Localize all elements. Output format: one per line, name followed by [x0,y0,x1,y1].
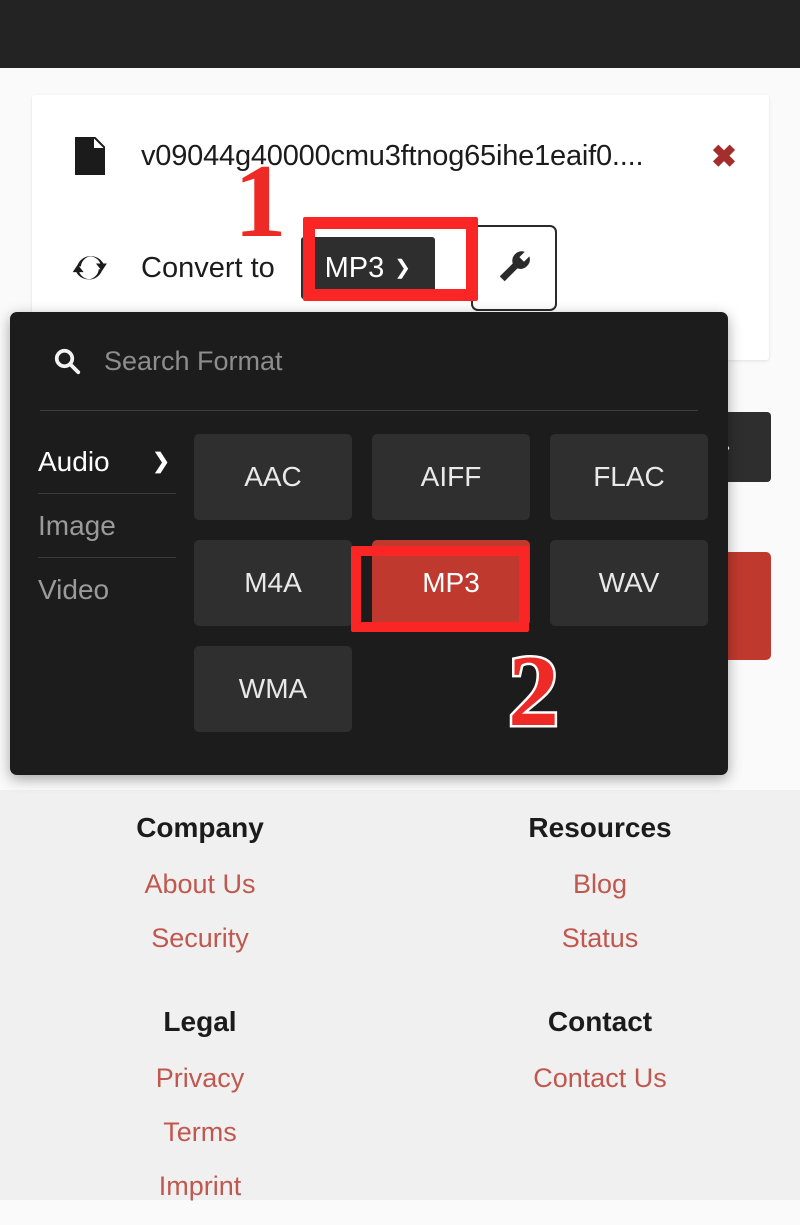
category-label-video: Video [38,574,110,605]
category-list: Audio ❯ Image Video [38,430,176,622]
format-dropdown-button[interactable]: MP3 ❯ [300,237,435,299]
search-area [10,312,728,410]
format-option-flac[interactable]: FLAC [550,434,708,520]
footer-row-two: Legal Privacy Terms Imprint Contact Cont… [0,1006,800,1225]
remove-file-icon[interactable]: ✖ [711,141,737,172]
category-label-image: Image [38,509,116,541]
footer-link-about-us[interactable]: About Us [0,869,400,900]
format-label: WAV [598,567,660,598]
format-label: WMA [238,673,308,704]
category-item-video[interactable]: Video [38,558,176,622]
format-label: AIFF [420,461,482,492]
document-icon [68,137,112,175]
convert-row: Convert to MP3 ❯ [32,223,769,313]
format-dropdown-value: MP3 [324,251,385,284]
format-option-m4a[interactable]: M4A [194,540,352,626]
settings-wrench-button[interactable] [470,225,557,311]
footer-link-terms[interactable]: Terms [0,1117,400,1148]
format-label: M4A [244,567,302,598]
footer-link-privacy[interactable]: Privacy [0,1063,400,1094]
footer-link-security[interactable]: Security [0,923,400,954]
format-grid: AAC AIFF FLAC M4A MP3 WAV WMA [194,434,708,732]
category-item-audio[interactable]: Audio ❯ [38,430,176,494]
footer-heading-resources: Resources [528,812,672,843]
footer-column-resources: Resources Blog Status [400,812,800,977]
format-option-aiff[interactable]: AIFF [372,434,530,520]
format-label: AAC [244,461,302,492]
format-label: FLAC [593,461,665,492]
footer-heading-contact: Contact [547,1006,653,1037]
footer-heading-legal: Legal [163,1006,237,1037]
file-row: v09044g40000cmu3ftnog65ihe1eaif0.... ✖ [32,125,769,187]
site-footer: Company About Us Security Resources Blog… [0,790,800,1201]
search-divider [40,410,698,411]
convert-to-label: Convert to [141,251,275,284]
category-item-image[interactable]: Image [38,494,176,558]
footer-row-one: Company About Us Security Resources Blog… [0,812,800,977]
wrench-icon [495,248,533,289]
search-icon [52,346,82,376]
format-option-wma[interactable]: WMA [194,646,352,732]
footer-column-legal: Legal Privacy Terms Imprint [0,1006,400,1225]
footer-column-contact: Contact Contact Us [400,1006,800,1225]
top-navigation-bar [0,0,800,68]
footer-heading-company: Company [136,812,264,843]
footer-link-status[interactable]: Status [400,923,800,954]
sync-icon [68,250,112,286]
search-format-input[interactable] [104,345,644,377]
format-label: MP3 [422,567,480,598]
chevron-down-icon: ❯ [394,257,411,279]
category-label-audio: Audio [38,445,110,477]
file-name-label: v09044g40000cmu3ftnog65ihe1eaif0.... [141,139,644,172]
chevron-right-icon: ❯ [152,450,170,473]
footer-link-blog[interactable]: Blog [400,869,800,900]
format-dropdown-panel: Audio ❯ Image Video AAC AIFF FLAC M4A MP… [10,312,728,775]
format-option-aac[interactable]: AAC [194,434,352,520]
format-option-wav[interactable]: WAV [550,540,708,626]
footer-link-contact-us[interactable]: Contact Us [400,1063,800,1094]
format-option-mp3[interactable]: MP3 [372,540,530,626]
footer-link-imprint[interactable]: Imprint [0,1171,400,1202]
footer-column-company: Company About Us Security [0,812,400,977]
